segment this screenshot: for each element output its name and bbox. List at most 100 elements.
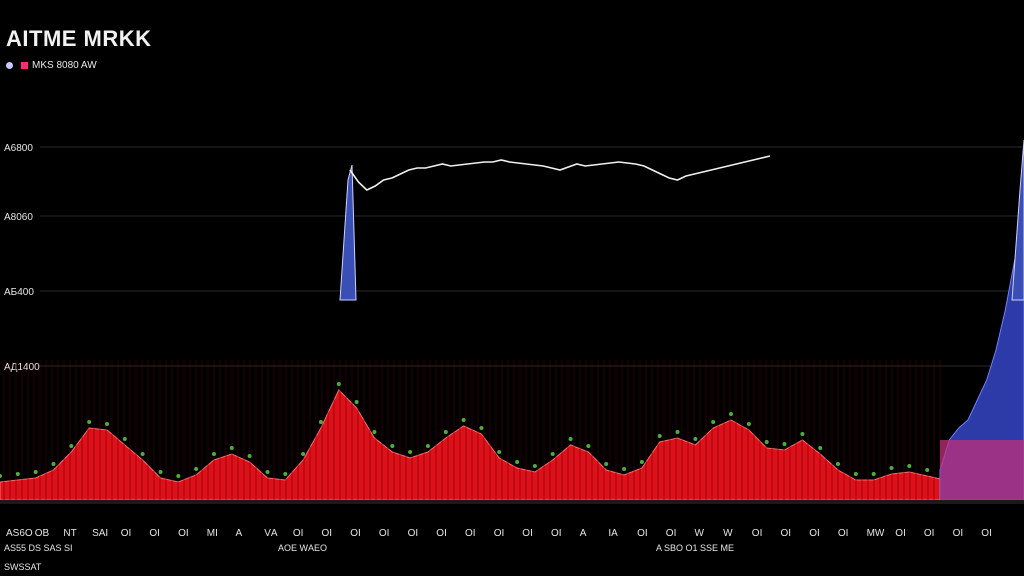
data-point	[693, 437, 698, 441]
x-tick-label: OB	[35, 528, 50, 539]
data-point	[675, 430, 680, 434]
chart-canvas: AITME MRKK MKS 8080 AW A6800 A8060 AБ400 AД…	[0, 0, 1024, 576]
x-tick-label: OI	[408, 528, 419, 539]
data-point	[69, 444, 74, 448]
x-tick-label: OI	[809, 528, 820, 539]
data-point	[318, 420, 323, 424]
x-tick-label: OI	[350, 528, 361, 539]
data-point	[33, 470, 38, 474]
x-tick-label: OI	[838, 528, 849, 539]
data-point	[907, 464, 912, 468]
x-tick-label: OI	[465, 528, 476, 539]
data-point	[194, 467, 199, 471]
data-point	[729, 412, 733, 416]
data-point	[515, 460, 520, 464]
data-point	[800, 432, 805, 436]
x-tick-label: OI	[981, 528, 992, 539]
x-tick-label: MI	[207, 528, 218, 539]
data-point	[158, 470, 163, 474]
data-point	[372, 430, 377, 434]
x-tick-label: OI	[436, 528, 447, 539]
x-tick-label: OI	[924, 528, 935, 539]
data-point	[247, 454, 252, 458]
x-tick-label: OI	[494, 528, 505, 539]
data-point	[711, 420, 716, 424]
line-series	[349, 155, 771, 191]
data-point	[390, 444, 395, 448]
data-point	[122, 437, 127, 441]
x-tick-label: OI	[551, 528, 562, 539]
data-point	[871, 472, 876, 476]
x-tick-label: OI	[178, 528, 189, 539]
footer-label: SWSSAT	[4, 562, 42, 572]
data-point	[336, 382, 341, 386]
data-point	[461, 418, 466, 422]
data-point	[0, 474, 2, 478]
data-point	[532, 464, 537, 468]
data-point	[301, 452, 306, 456]
data-point	[283, 472, 288, 476]
x-tick-label: OI	[121, 528, 132, 539]
baseline	[0, 500, 1024, 504]
data-point	[51, 462, 56, 466]
data-point	[479, 426, 484, 430]
data-point	[425, 444, 430, 448]
data-point	[764, 440, 769, 444]
x-tick-label: A	[580, 528, 587, 539]
data-point	[818, 446, 823, 450]
x-tick-label: W	[695, 528, 705, 539]
data-point	[87, 420, 92, 424]
data-point	[265, 470, 270, 474]
x-tick-label: OI	[666, 528, 677, 539]
data-point	[604, 462, 609, 466]
x-tick-label: OI	[293, 528, 304, 539]
data-point	[746, 422, 751, 426]
data-point	[657, 434, 662, 438]
data-point	[622, 467, 627, 471]
data-point	[497, 450, 502, 454]
x-tick-label: MW	[867, 528, 885, 539]
data-point	[354, 400, 359, 404]
x-tick-label: OI	[752, 528, 763, 539]
data-point	[229, 446, 234, 450]
x-tick-label: IA	[608, 528, 618, 539]
data-point	[568, 437, 573, 441]
x-tick-label: OI	[149, 528, 160, 539]
data-point	[408, 450, 413, 454]
x-tick-label: OI	[953, 528, 964, 539]
x-axis-sublabel: AОЕ WАЕО	[278, 543, 327, 553]
x-tick-label: OI	[522, 528, 533, 539]
chart-plot: A6800A8060AБ400AД1400AS6O OB NT SAI OI OI OI MI…	[0, 139, 1024, 572]
y-tick-label: AБ400	[4, 287, 34, 298]
data-point	[550, 452, 555, 456]
x-tick-label: OI	[379, 528, 390, 539]
data-point	[443, 430, 448, 434]
data-point	[782, 442, 787, 446]
data-point	[140, 452, 145, 456]
data-point	[212, 452, 216, 456]
x-tick-label: OI	[895, 528, 906, 539]
x-tick-label: VА	[264, 528, 278, 539]
data-point	[925, 468, 930, 472]
data-point	[586, 444, 591, 448]
x-axis-sublabel: A SBO O1 SSE ME	[656, 543, 734, 553]
data-point	[176, 474, 181, 478]
x-tick-label: NT	[63, 528, 76, 539]
area-series-right-base	[940, 440, 1024, 500]
data-point	[853, 472, 858, 476]
data-point	[639, 460, 644, 464]
x-tick-label: AS6O	[6, 528, 33, 539]
spike-mark-right	[1011, 139, 1024, 301]
data-point	[105, 422, 109, 426]
x-axis-sublabel: AS55 DS SAS SI	[4, 543, 73, 553]
data-point	[889, 466, 894, 470]
spike-mark	[339, 164, 357, 301]
x-tick-label: W	[723, 528, 733, 539]
x-tick-label: A	[236, 528, 243, 539]
y-tick-label: A6800	[4, 143, 33, 154]
x-tick-label: OI	[322, 528, 333, 539]
data-point	[836, 462, 840, 466]
x-tick-label: OI	[637, 528, 648, 539]
x-tick-label: OI	[781, 528, 792, 539]
x-tick-label: SAI	[92, 528, 108, 539]
